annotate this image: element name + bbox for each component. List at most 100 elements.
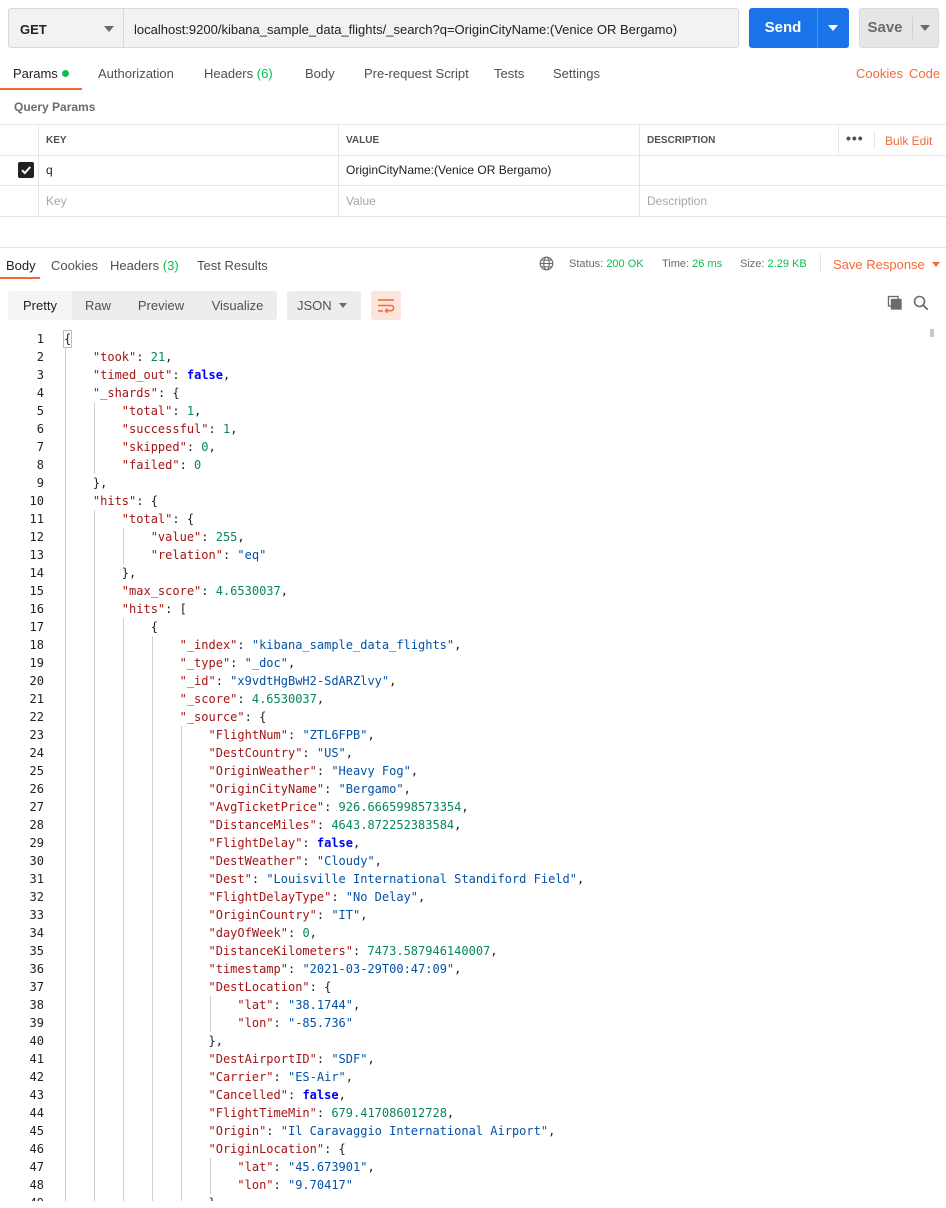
code-line: 41 "DestAirportID": "SDF", [0, 1050, 932, 1068]
line-number: 28 [29, 818, 44, 832]
send-button[interactable]: Send [749, 8, 849, 48]
line-number: 7 [36, 440, 44, 454]
size-readout[interactable]: Size: 2.29 KB [740, 258, 807, 270]
code-line: 11 "total": { [0, 510, 932, 528]
copy-icon[interactable] [887, 295, 903, 311]
code-line: 22 "_source": { [0, 708, 932, 726]
indent-guide [122, 528, 124, 564]
scrollbar-thumb[interactable] [930, 329, 934, 337]
code-line: 17 { [0, 618, 932, 636]
view-raw[interactable]: Raw [72, 291, 124, 320]
search-icon[interactable] [913, 295, 929, 311]
tab-headers-label: Headers [204, 66, 254, 81]
line-number: 43 [29, 1088, 44, 1102]
response-tab-cookies[interactable]: Cookies [51, 258, 98, 273]
query-params-table: KEY VALUE DESCRIPTION ••• Bulk Edit q Or… [0, 124, 946, 217]
response-tab-body[interactable]: Body [6, 258, 36, 273]
response-tab-test-results[interactable]: Test Results [197, 258, 268, 273]
line-number: 5 [36, 404, 44, 418]
response-tab-headers-count: (3) [162, 258, 179, 273]
line-number: 4 [36, 386, 44, 400]
send-options-chevron-icon[interactable] [828, 25, 838, 31]
view-visualize[interactable]: Visualize [198, 291, 277, 320]
code-line: 1{ [0, 330, 932, 348]
view-pretty[interactable]: Pretty [8, 291, 72, 320]
save-button[interactable]: Save [859, 8, 939, 48]
line-number: 15 [29, 584, 44, 598]
code-line: 8 "failed": 0 [0, 456, 932, 474]
save-options-chevron-icon[interactable] [920, 25, 930, 31]
response-tab-headers-label: Headers [110, 258, 160, 273]
response-body-viewer[interactable]: 1{2 "took": 21, 3 "timed_out": false, 4 "_… [0, 329, 932, 1201]
tab-params[interactable]: Params [13, 66, 69, 81]
save-response-label: Save Response [833, 257, 925, 272]
globe-icon[interactable] [539, 256, 554, 271]
code-line: 10 "hits": { [0, 492, 932, 510]
tab-settings[interactable]: Settings [553, 66, 600, 81]
code-text: "failed": 0 [121, 458, 202, 472]
code-line: 47 "lat": "45.673901", [0, 1158, 932, 1176]
code-line: 5 "total": 1, [0, 402, 932, 420]
code-link[interactable]: Code [909, 66, 940, 81]
line-number: 41 [29, 1052, 44, 1066]
language-label: JSON [297, 298, 332, 313]
code-line: 43 "Cancelled": false, [0, 1086, 932, 1104]
save-response-button[interactable]: Save Response [833, 257, 940, 272]
scrollbar[interactable] [930, 329, 934, 1201]
code-text: "Dest": "Louisville International Standi… [208, 872, 585, 886]
param-description-cell[interactable] [639, 155, 946, 185]
time-readout[interactable]: Time: 26 ms [662, 258, 722, 270]
url-input[interactable]: localhost:9200/kibana_sample_data_flight… [123, 8, 739, 48]
line-number: 2 [36, 350, 44, 364]
query-params-title: Query Params [14, 100, 96, 114]
table-row-new: Key Value Description [0, 186, 946, 217]
param-value-cell[interactable]: OriginCityName:(Venice OR Bergamo) [338, 155, 639, 185]
line-number: 21 [29, 692, 44, 706]
line-number: 8 [36, 458, 44, 472]
code-line: 38 "lat": "38.1744", [0, 996, 932, 1014]
tab-headers[interactable]: Headers (6) [204, 66, 273, 81]
code-text: "_score": 4.6530037, [179, 692, 325, 706]
param-key-cell[interactable]: q [38, 155, 338, 185]
code-text: "skipped": 0, [121, 440, 216, 454]
tab-body[interactable]: Body [305, 66, 335, 81]
code-line: 49 }, [0, 1194, 932, 1201]
code-text: "Carrier": "ES-Air", [208, 1070, 354, 1084]
code-line: 28 "DistanceMiles": 4643.872252383584, [0, 816, 932, 834]
line-number: 34 [29, 926, 44, 940]
new-description-input[interactable]: Description [639, 186, 946, 216]
method-select[interactable]: GET [8, 8, 124, 48]
request-bar: GET localhost:9200/kibana_sample_data_fl… [8, 8, 939, 48]
indent-guide [122, 618, 124, 1201]
line-number: 11 [29, 512, 44, 526]
indent-guide [151, 636, 153, 1201]
code-text: { [64, 620, 158, 634]
param-enabled-checkbox[interactable] [18, 162, 34, 178]
code-line: 9 }, [0, 474, 932, 492]
new-key-input[interactable]: Key [38, 186, 338, 216]
new-value-input[interactable]: Value [338, 186, 639, 216]
more-options-icon[interactable]: ••• [846, 130, 864, 146]
tab-prerequest-script[interactable]: Pre-request Script [364, 66, 469, 81]
tab-tests[interactable]: Tests [494, 66, 524, 81]
status-label: Status: [569, 258, 604, 270]
line-number: 37 [29, 980, 44, 994]
response-tab-headers[interactable]: Headers (3) [110, 258, 179, 273]
tab-authorization[interactable]: Authorization [98, 66, 174, 81]
cookies-link[interactable]: Cookies [856, 66, 903, 81]
code-line: 44 "FlightTimeMin": 679.417086012728, [0, 1104, 932, 1122]
pane-divider[interactable] [0, 247, 946, 248]
response-tab-body-underline [0, 277, 40, 279]
code-text: "successful": 1, [121, 422, 238, 436]
code-text: }, [64, 1194, 222, 1201]
wrap-lines-button[interactable] [371, 291, 401, 320]
code-text: "OriginCityName": "Bergamo", [208, 782, 411, 796]
view-preview[interactable]: Preview [124, 291, 198, 320]
status-readout[interactable]: Status: 200 OK [569, 258, 644, 270]
line-number: 35 [29, 944, 44, 958]
bulk-edit-link[interactable]: Bulk Edit [885, 134, 932, 148]
size-value: 2.29 KB [767, 258, 807, 270]
language-select[interactable]: JSON [287, 291, 361, 320]
code-text: "DestLocation": { [208, 980, 332, 994]
code-line: 29 "FlightDelay": false, [0, 834, 932, 852]
